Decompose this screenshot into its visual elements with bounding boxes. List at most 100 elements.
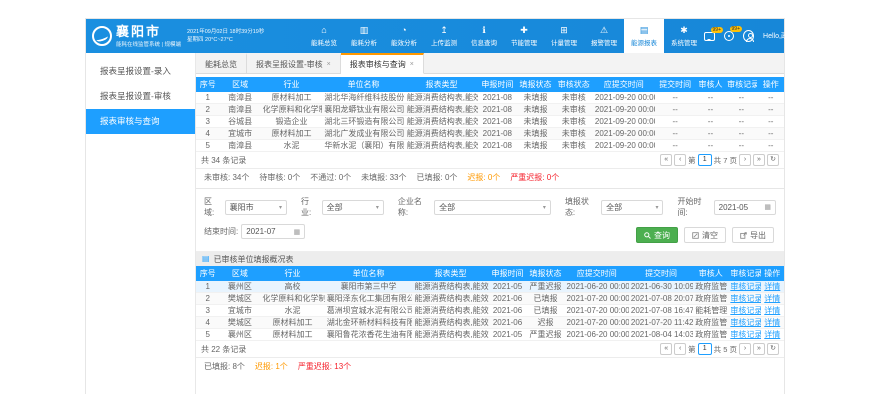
audit-record-link[interactable]: 审核记录	[730, 282, 760, 291]
close-icon[interactable]: ×	[327, 61, 331, 68]
table-cell: 襄阳龙蟒钛业有限公司	[322, 104, 404, 116]
summary-item: 未审核: 34个	[204, 172, 249, 183]
table-cell: 南漳县	[220, 104, 261, 116]
table-cell: 原材料加工	[260, 317, 324, 329]
table-cell: 2021-07-20 11:42:05	[629, 317, 693, 329]
sidebar-item[interactable]: 报表呈报设置-录入	[86, 59, 195, 84]
table-cell: 2021-06-20 00:00:00	[565, 329, 629, 341]
column-header: 操作	[757, 77, 784, 92]
top-nav-item[interactable]: ⚠报警管理	[584, 19, 624, 53]
table-cell: 未填报	[516, 92, 554, 104]
table-cell: 高校	[260, 281, 324, 293]
chevron-down-icon: ▾	[811, 34, 814, 40]
table-cell: 能源消费结构表,能效指标值...	[412, 281, 488, 293]
column-header: 申报时间	[478, 77, 516, 92]
pager-last-button[interactable]: »	[753, 343, 765, 355]
summary-item: 不通过: 0个	[310, 172, 351, 183]
detail-link[interactable]: 详情	[764, 330, 780, 339]
table-cell: 2021-08	[478, 128, 516, 140]
message-icon	[704, 32, 715, 41]
top-nav-item[interactable]: ◔能效分析	[384, 19, 424, 53]
table-cell: --	[655, 128, 696, 140]
reviewed-section-title: ▤ 已审核单位填报概况表	[196, 252, 784, 266]
pager-next-button[interactable]: ›	[739, 343, 751, 355]
table-cell: --	[725, 128, 757, 140]
pager-next-button[interactable]: ›	[739, 154, 751, 166]
region-filter-select[interactable]: 襄阳市▾	[225, 200, 287, 215]
table-cell: 2021-09-20 00:00:00	[593, 104, 655, 116]
end-time-label: 结束时间:	[204, 226, 238, 237]
start-time-input[interactable]: 2021-05▦	[714, 200, 776, 215]
pager-prev-button[interactable]: ‹	[674, 343, 686, 355]
column-header: 序号	[196, 266, 219, 281]
table-cell: 未审核	[555, 116, 593, 128]
top-nav-item[interactable]: ✚节能管理	[504, 19, 544, 53]
logout-button[interactable]: 退出	[823, 23, 833, 49]
table-cell: 1	[196, 92, 220, 104]
close-icon[interactable]: ×	[410, 61, 414, 68]
table-cell: 襄州区	[219, 281, 260, 293]
pager-page-input[interactable]: 1	[698, 343, 712, 355]
city-logo-icon	[92, 26, 112, 46]
table-cell: 襄阳鲁花浓香花生油有限公司	[325, 329, 413, 341]
power-icon	[823, 23, 832, 32]
reviewed-record-count: 共 22 条记录	[201, 344, 246, 355]
top-nav-item[interactable]: ▤能源报表	[624, 19, 664, 53]
pager-first-button[interactable]: «	[660, 343, 672, 355]
pager-last-button[interactable]: »	[753, 154, 765, 166]
pager-refresh-button[interactable]: ↻	[767, 343, 779, 355]
detail-link[interactable]: 详情	[764, 282, 780, 291]
detail-link[interactable]: 详情	[764, 294, 780, 303]
eraser-icon	[692, 232, 699, 239]
message-icon-wrap[interactable]: 99+	[704, 32, 715, 41]
export-button[interactable]: 导出	[732, 227, 774, 243]
table-cell: 南漳县	[220, 92, 261, 104]
table-cell: --	[696, 116, 725, 128]
audit-record-link[interactable]: 审核记录	[730, 330, 760, 339]
clear-button[interactable]: 清空	[684, 227, 726, 243]
pager-first-button[interactable]: «	[660, 154, 672, 166]
table-cell: 湖北三环锻造有限公司	[322, 116, 404, 128]
tab-2[interactable]: 报表审核与查询×	[341, 53, 424, 74]
pager-refresh-button[interactable]: ↻	[767, 154, 779, 166]
top-nav-item-label: 能源报表	[631, 37, 657, 47]
table-cell: 详情	[761, 317, 785, 329]
table-cell: 详情	[761, 281, 785, 293]
search-button[interactable]: 查询	[636, 227, 678, 243]
table-cell: 迟报	[527, 317, 565, 329]
user-avatar-icon[interactable]	[743, 30, 754, 42]
audit-record-link[interactable]: 审核记录	[730, 318, 760, 327]
pager-page-input[interactable]: 1	[698, 154, 712, 166]
app-window: 襄阳市 能耗在线监管系统 | 规模端 2021年09月02日 18时39分19秒…	[85, 18, 785, 394]
table-row: 3宜城市水泥葛洲坝宜城水泥有限公司能源消费结构表,能效指标值...2021-06…	[196, 305, 784, 317]
sidebar-item[interactable]: 报表审核与查询	[86, 109, 195, 134]
industry-filter-select[interactable]: 全部▾	[322, 200, 384, 215]
task-icon-wrap[interactable]: 99+	[724, 31, 734, 41]
industry-filter: 行业: 全部▾	[301, 196, 384, 218]
tab-1[interactable]: 报表呈报设置-审核×	[247, 53, 341, 73]
table-cell: 严重迟报	[527, 281, 565, 293]
detail-link[interactable]: 详情	[764, 306, 780, 315]
table-cell: 锻造企业	[261, 116, 323, 128]
company-filter-select[interactable]: 全部▾	[434, 200, 551, 215]
export-button-label: 导出	[750, 230, 766, 241]
sidebar-item[interactable]: 报表呈报设置-审核	[86, 84, 195, 109]
top-nav-item-label: 能耗分析	[351, 37, 377, 47]
chevron-down-icon: ▾	[279, 204, 282, 211]
top-nav-item[interactable]: ✱系统管理	[664, 19, 704, 53]
top-nav-item[interactable]: ℹ信息查询	[464, 19, 504, 53]
end-time-input[interactable]: 2021-07▦	[241, 224, 305, 239]
pending-pagination: «‹第1共 7 页›»↻	[660, 154, 779, 166]
top-nav-item[interactable]: ↥上传监测	[424, 19, 464, 53]
top-nav-item[interactable]: ⊞计量管理	[544, 19, 584, 53]
user-greeting[interactable]: Hello,政府监管▾	[763, 31, 814, 41]
top-nav-item[interactable]: ▥能耗分析	[344, 19, 384, 53]
audit-record-link[interactable]: 审核记录	[730, 306, 760, 315]
fill-status-filter-select[interactable]: 全部▾	[601, 200, 663, 215]
main-area: 能耗总览报表呈报设置-审核×报表审核与查询× 序号区域行业单位名称报表类型申报时…	[196, 53, 784, 394]
audit-record-link[interactable]: 审核记录	[730, 294, 760, 303]
detail-link[interactable]: 详情	[764, 318, 780, 327]
tab-0[interactable]: 能耗总览	[196, 53, 247, 73]
top-nav-item[interactable]: ⌂能耗总览	[304, 19, 344, 53]
pager-prev-button[interactable]: ‹	[674, 154, 686, 166]
